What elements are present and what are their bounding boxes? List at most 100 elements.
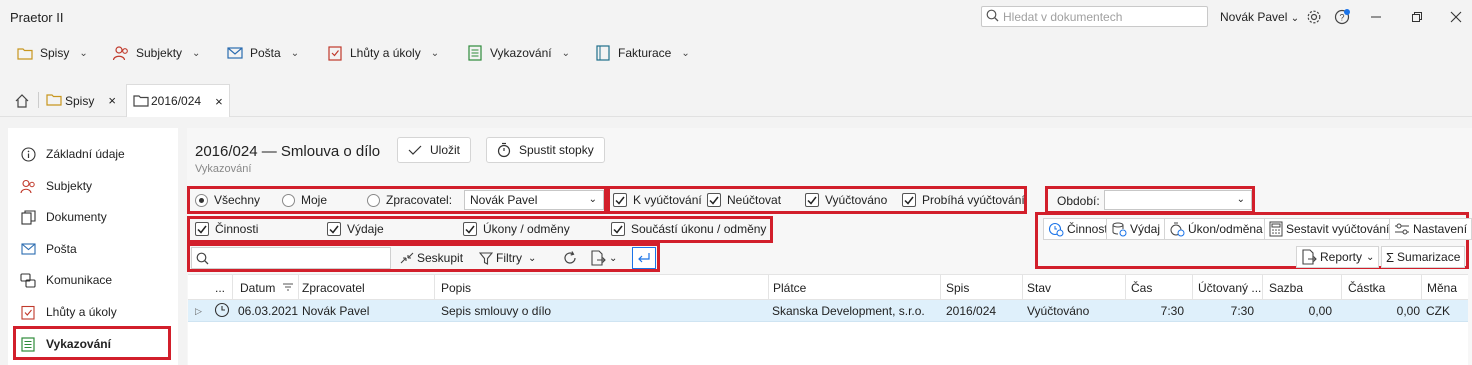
checkbox-label: Činnosti <box>215 222 259 236</box>
sidebar-item-lhuty[interactable]: Lhůty a úkoly <box>20 304 117 320</box>
action-label: Sumarizace <box>1397 250 1461 264</box>
state-neuctovat-checkbox[interactable]: Neúčtovat <box>707 193 781 207</box>
column-header[interactable]: Stav <box>1027 281 1051 295</box>
menu-label: Spisy <box>40 46 70 60</box>
column-header[interactable]: Čas <box>1131 281 1152 295</box>
user-menu[interactable]: Novák Pavel ⌄ <box>1220 10 1299 24</box>
close-icon[interactable] <box>1446 7 1466 27</box>
gear-icon[interactable] <box>1304 7 1324 27</box>
grid-search-input[interactable] <box>191 247 391 269</box>
documents-icon <box>20 209 36 225</box>
cell-rate: 0,00 <box>1308 304 1332 318</box>
search-input[interactable]: Hledat v dokumentech <box>981 6 1208 27</box>
search-icon <box>986 9 1003 25</box>
worker-select[interactable]: Novák Pavel ⌄ <box>464 190 604 210</box>
build-billing-button[interactable]: Sestavit vyúčtování <box>1264 218 1395 240</box>
tab-2016-024[interactable]: 2016/024 × <box>126 84 230 117</box>
menu-spisy[interactable]: Spisy ⌄ <box>16 44 88 62</box>
settings-button[interactable]: Nastavení <box>1389 218 1472 240</box>
user-name: Novák Pavel <box>1220 10 1288 24</box>
sidebar-item-subjekty[interactable]: Subjekty <box>20 178 92 194</box>
save-label: Uložit <box>430 143 461 157</box>
table-row[interactable]: ▷ 06.03.2021 Novák Pavel Sepis smlouvy o… <box>188 300 1468 322</box>
scope-all-radio[interactable]: Všechny <box>195 193 260 207</box>
people-icon <box>20 178 36 194</box>
enter-icon[interactable] <box>632 247 656 269</box>
group-button[interactable]: Seskupit <box>396 247 467 269</box>
column-header[interactable]: Popis <box>441 281 471 295</box>
checklist-icon <box>20 304 36 320</box>
help-icon[interactable]: ? <box>1332 7 1352 27</box>
column-header[interactable]: Sazba <box>1269 281 1303 295</box>
chat-icon <box>20 272 36 288</box>
column-header[interactable]: Zpracovatel <box>302 281 365 295</box>
close-icon[interactable]: × <box>108 93 116 108</box>
checkbox-label: Vyúčtováno <box>825 193 888 207</box>
clock-plus-icon <box>1048 221 1064 237</box>
restore-icon[interactable] <box>1407 7 1427 27</box>
add-expense-button[interactable]: Výdaj <box>1106 218 1166 240</box>
period-select[interactable]: ⌄ <box>1104 190 1252 210</box>
search-placeholder: Hledat v dokumentech <box>1003 9 1123 24</box>
export-icon[interactable]: ⌄ <box>586 247 621 269</box>
close-icon[interactable]: × <box>215 94 223 109</box>
reports-button[interactable]: Reporty ⌄ <box>1296 246 1380 268</box>
menu-subjekty[interactable]: Subjekty ⌄ <box>112 44 200 62</box>
refresh-icon[interactable] <box>558 247 582 269</box>
menu-vykazovani[interactable]: Vykazování ⌄ <box>466 44 570 62</box>
scope-worker-radio[interactable]: Zpracovatel: <box>367 193 452 207</box>
radio-label: Všechny <box>214 193 261 207</box>
timesheet-icon <box>466 44 484 62</box>
type-soucasti-checkbox[interactable]: Součástí úkonu / odměny <box>611 222 766 236</box>
column-header-datum[interactable]: Datum <box>240 281 275 295</box>
sidebar-item-dokumenty[interactable]: Dokumenty <box>20 209 107 225</box>
tab-spisy[interactable]: Spisy × <box>46 84 116 117</box>
column-header[interactable]: Částka <box>1348 281 1385 295</box>
state-k-vyuctovani-checkbox[interactable]: K vyúčtování <box>613 193 702 207</box>
sidebar-item-zakladni-udaje[interactable]: Základní údaje <box>20 146 125 162</box>
tab-label: 2016/024 <box>151 94 202 108</box>
sidebar-item-komunikace[interactable]: Komunikace <box>20 272 112 288</box>
filters-button[interactable]: Filtry ⌄ <box>475 247 540 269</box>
type-vydaje-checkbox[interactable]: Výdaje <box>327 222 384 236</box>
column-separator <box>434 275 435 301</box>
minimize-icon[interactable] <box>1366 7 1386 27</box>
sidebar-item-posta[interactable]: Pošta <box>20 241 77 257</box>
scope-mine-radio[interactable]: Moje <box>282 193 327 207</box>
menu-posta[interactable]: Pošta ⌄ <box>226 44 299 62</box>
column-header[interactable]: Měna <box>1427 281 1457 295</box>
checkbox-checked-icon <box>613 193 627 207</box>
column-header[interactable]: Plátce <box>773 281 806 295</box>
column-header[interactable]: Spis <box>946 281 969 295</box>
sidebar-item-label: Základní údaje <box>46 147 125 161</box>
column-header[interactable]: Účtovaný ... <box>1198 281 1261 295</box>
start-timer-button[interactable]: Spustit stopky <box>486 137 605 163</box>
tab-strip: Spisy × 2016/024 × <box>0 84 1472 117</box>
folder-icon <box>16 44 34 62</box>
state-probiha-checkbox[interactable]: Probíhá vyúčtování <box>902 193 1025 207</box>
state-vyuctovano-checkbox[interactable]: Vyúčtováno <box>805 193 887 207</box>
type-ukony-checkbox[interactable]: Úkony / odměny <box>463 222 570 236</box>
chevron-down-icon: ⌄ <box>1366 251 1375 263</box>
filter-icon[interactable] <box>282 281 294 295</box>
cell-file: 2016/024 <box>946 304 997 318</box>
menu-lhuty[interactable]: Lhůty a úkoly ⌄ <box>326 44 439 62</box>
menu-label: Fakturace <box>618 46 672 60</box>
checkmark-icon <box>408 144 422 156</box>
menu-fakturace[interactable]: Fakturace ⌄ <box>594 44 690 62</box>
add-activity-button[interactable]: Činnost <box>1043 218 1113 240</box>
summary-button[interactable]: Σ Sumarizace <box>1381 246 1466 268</box>
save-button[interactable]: Uložit <box>397 137 472 163</box>
expand-icon[interactable]: ▷ <box>195 306 202 317</box>
column-header[interactable]: ... <box>215 281 225 295</box>
coins-icon <box>1111 221 1127 237</box>
add-task-fee-button[interactable]: Úkon/odměna <box>1164 218 1268 240</box>
home-icon[interactable] <box>14 84 30 117</box>
radio-off <box>282 193 295 207</box>
people-icon <box>112 44 130 62</box>
filter-icon <box>479 251 493 265</box>
chevron-down-icon: ⌄ <box>609 252 618 264</box>
sidebar-item-label: Dokumenty <box>46 210 107 224</box>
type-cinnosti-checkbox[interactable]: Činnosti <box>195 222 258 236</box>
action-label: Činnost <box>1067 222 1108 236</box>
